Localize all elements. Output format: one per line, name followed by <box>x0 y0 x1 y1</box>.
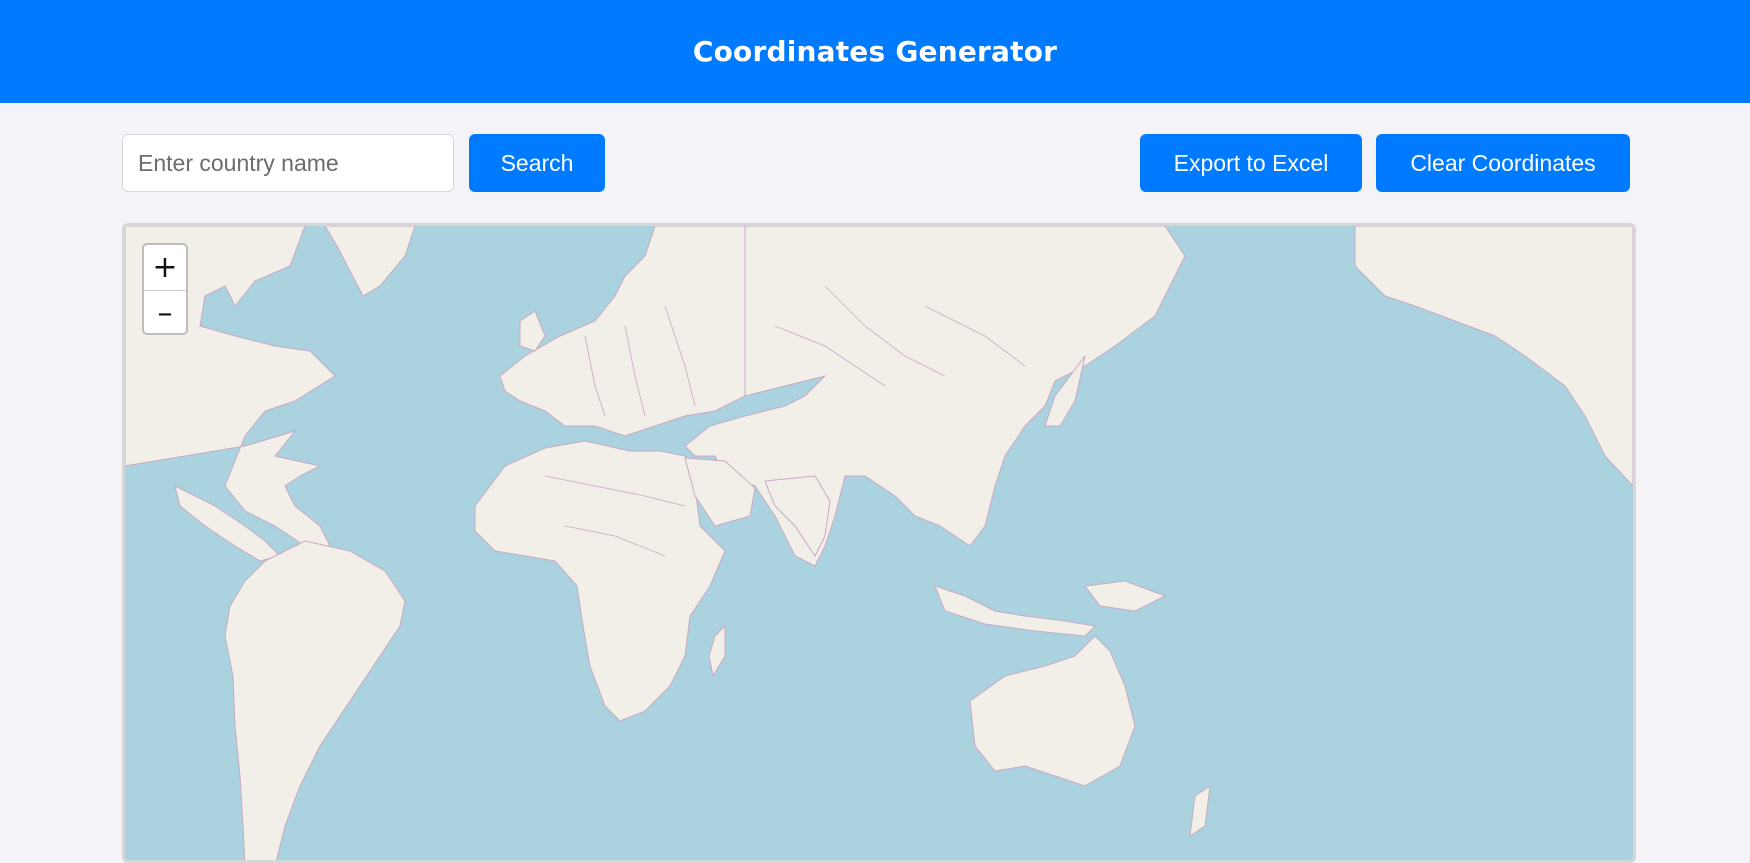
map-tiles[interactable] <box>125 226 1633 863</box>
zoom-control: + – <box>142 243 188 335</box>
zoom-in-button[interactable]: + <box>144 245 186 291</box>
toolbar: Search Export to Excel Clear Coordinates <box>122 134 1630 192</box>
clear-coordinates-button[interactable]: Clear Coordinates <box>1376 134 1630 192</box>
world-map[interactable]: + – <box>122 223 1636 863</box>
country-search-input[interactable] <box>122 134 454 192</box>
page-title: Coordinates Generator <box>692 35 1058 68</box>
export-to-excel-button[interactable]: Export to Excel <box>1140 134 1362 192</box>
search-button[interactable]: Search <box>469 134 605 192</box>
zoom-out-button[interactable]: – <box>144 291 186 333</box>
app-header: Coordinates Generator <box>0 0 1750 103</box>
